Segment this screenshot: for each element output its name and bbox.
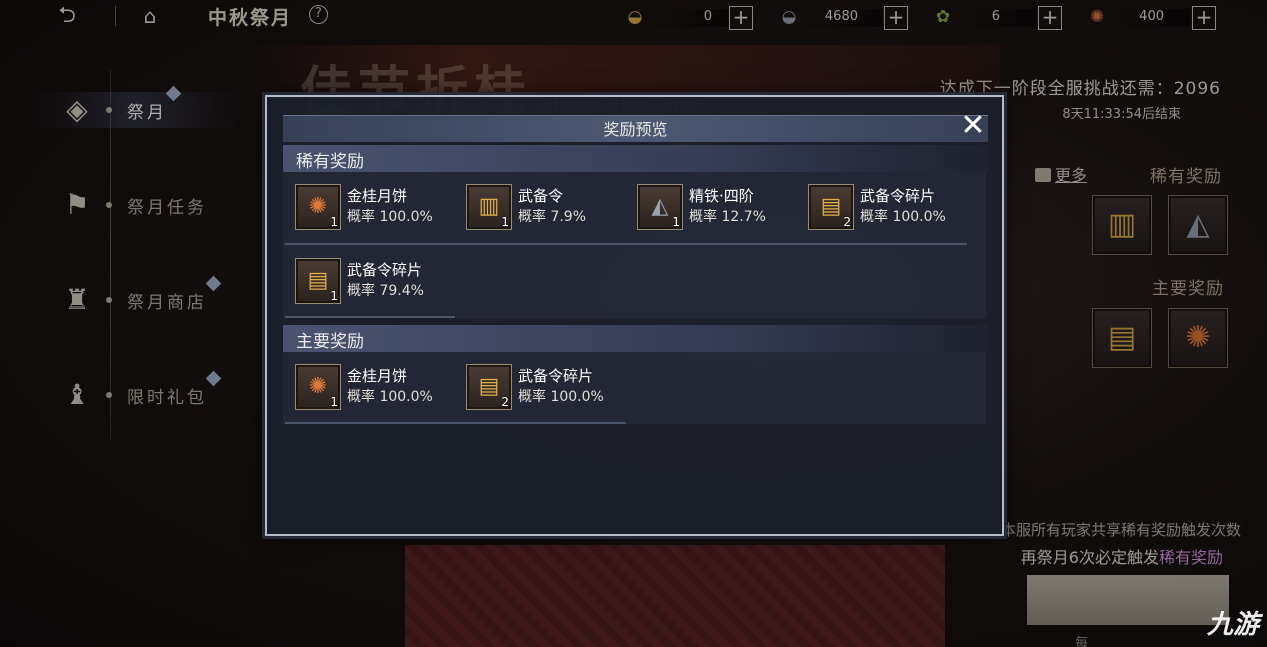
- iron-ingot-icon: ◭ 1: [637, 184, 683, 230]
- reward-name: 金桂月饼: [347, 367, 408, 385]
- reward-probability: 概率 12.7%: [689, 209, 766, 225]
- token-icon: ▥ 1: [466, 184, 512, 230]
- reward-probability: 概率 100.0%: [347, 389, 433, 405]
- main-section-header: 主要奖励: [283, 325, 988, 352]
- reward-probability: 概率 100.0%: [518, 389, 604, 405]
- section-title: 稀有奖励: [296, 152, 364, 172]
- section-title: 主要奖励: [296, 332, 364, 352]
- reward-item[interactable]: ◭ 1 精铁·四阶 概率 12.7%: [637, 184, 802, 234]
- reward-probability: 概率 7.9%: [518, 209, 587, 225]
- reward-preview-modal: 奖励预览 ✕ 稀有奖励 ✺ 1 金桂月饼 概率 100.0% ▥ 1 武备令 概率 …: [265, 95, 1004, 536]
- reward-probability: 概率 100.0%: [860, 209, 946, 225]
- modal-header: 奖励预览: [283, 115, 988, 142]
- reward-name: 武备令: [518, 187, 564, 205]
- main-section-body: ✺ 1 金桂月饼 概率 100.0% ▤ 2 武备令碎片 概率 100.0%: [283, 352, 986, 424]
- site-watermark: 九游: [1206, 610, 1259, 640]
- reward-name: 武备令碎片: [347, 261, 423, 279]
- reward-item[interactable]: ▤ 2 武备令碎片 概率 100.0%: [808, 184, 973, 234]
- token-shard-icon: ▤ 1: [295, 258, 341, 304]
- reward-name: 武备令碎片: [860, 187, 936, 205]
- reward-probability: 概率 100.0%: [347, 209, 433, 225]
- reward-item[interactable]: ▤ 1 武备令碎片 概率 79.4%: [295, 258, 460, 308]
- reward-item[interactable]: ✺ 1 金桂月饼 概率 100.0%: [295, 364, 460, 414]
- reward-item[interactable]: ▥ 1 武备令 概率 7.9%: [466, 184, 631, 234]
- close-icon[interactable]: ✕: [957, 111, 989, 143]
- modal-title: 奖励预览: [603, 120, 668, 139]
- reward-name: 精铁·四阶: [689, 187, 754, 205]
- reward-probability: 概率 79.4%: [347, 283, 424, 299]
- rare-section-header: 稀有奖励: [283, 145, 988, 172]
- mooncake-icon: ✺ 1: [295, 184, 341, 230]
- reward-name: 武备令碎片: [518, 367, 594, 385]
- row-divider: [285, 316, 455, 318]
- row-divider: [285, 422, 626, 424]
- reward-name: 金桂月饼: [347, 187, 408, 205]
- mooncake-icon: ✺ 1: [295, 364, 341, 410]
- reward-item[interactable]: ✺ 1 金桂月饼 概率 100.0%: [295, 184, 460, 234]
- row-divider: [285, 243, 967, 245]
- rare-section-body: ✺ 1 金桂月饼 概率 100.0% ▥ 1 武备令 概率 7.9% ◭ 1 精铁·四…: [283, 172, 986, 318]
- reward-item[interactable]: ▤ 2 武备令碎片 概率 100.0%: [466, 364, 631, 414]
- token-shard-icon: ▤ 2: [808, 184, 854, 230]
- token-shard-icon: ▤ 2: [466, 364, 512, 410]
